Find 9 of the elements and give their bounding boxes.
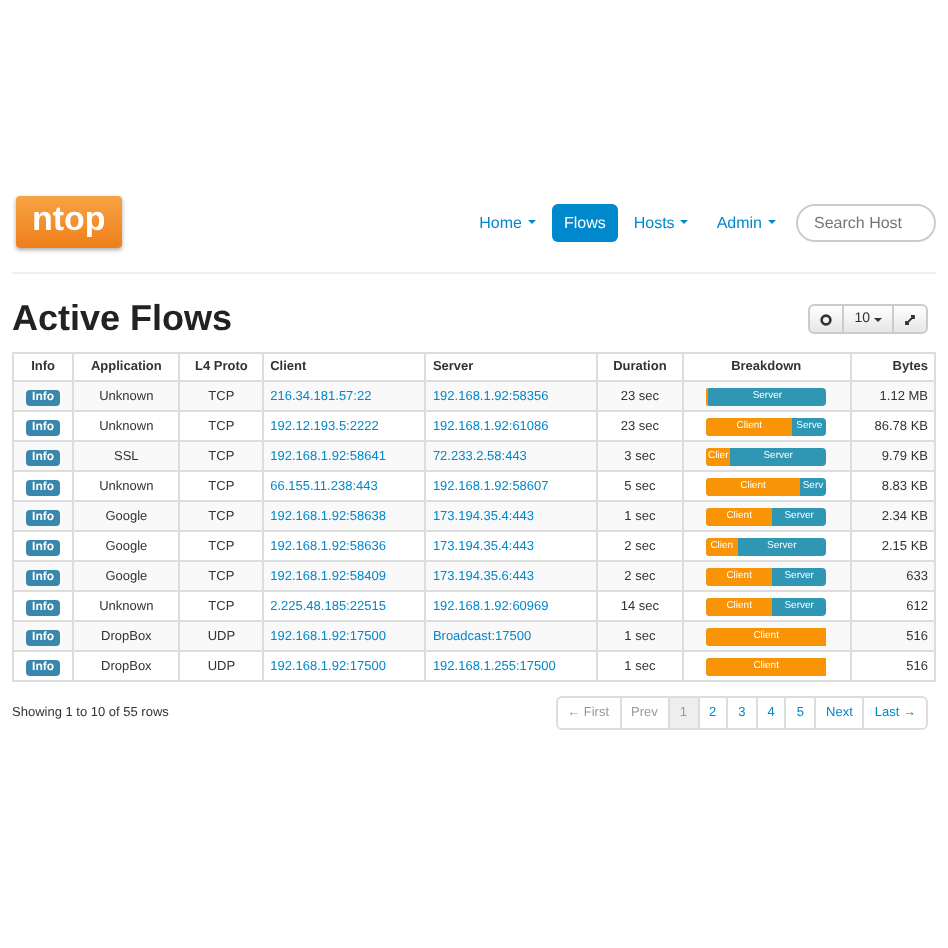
nav-item[interactable]: Home (467, 203, 548, 241)
nav-item[interactable]: Flows (551, 203, 618, 241)
expand-icon (904, 313, 916, 325)
logo[interactable]: ntop (16, 196, 122, 248)
page-title: Active Flows (12, 298, 235, 340)
nav-item[interactable]: Hosts (621, 203, 701, 241)
settings-icon (820, 313, 833, 325)
nav-item[interactable]: Admin (704, 203, 788, 241)
search-field[interactable]: Search Host (796, 203, 936, 241)
